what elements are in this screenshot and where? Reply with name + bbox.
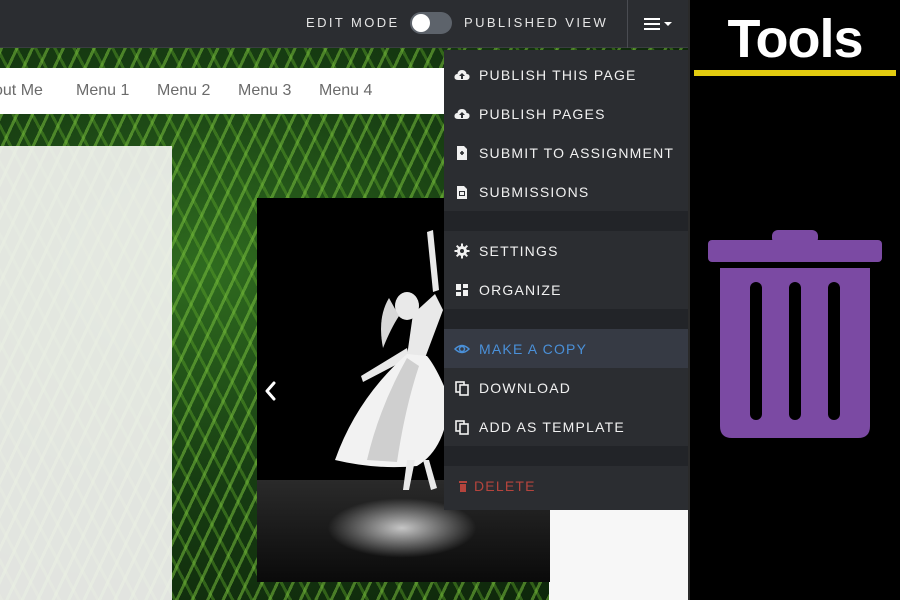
menu-separator bbox=[444, 309, 688, 329]
site-navbar: out Me Menu 1 Menu 2 Menu 3 Menu 4 bbox=[0, 68, 444, 114]
menu-item-label: SETTINGS bbox=[479, 243, 559, 259]
menu-item-organize[interactable]: ORGANIZE bbox=[444, 270, 688, 309]
menu-item-publish-pages[interactable]: PUBLISH PAGES bbox=[444, 94, 688, 133]
menu-item-settings[interactable]: SETTINGS bbox=[444, 231, 688, 270]
menu-item-publish-this-page[interactable]: PUBLISH THIS PAGE bbox=[444, 55, 688, 94]
main-menu-button[interactable] bbox=[638, 12, 678, 36]
editor-toolbar: EDIT MODE PUBLISHED VIEW bbox=[0, 0, 688, 48]
copy-icon bbox=[455, 420, 469, 435]
content-panel bbox=[0, 146, 172, 600]
menu-item-label: SUBMISSIONS bbox=[479, 184, 590, 200]
chevron-left-icon bbox=[265, 381, 276, 401]
tools-panel: Tools bbox=[690, 0, 900, 600]
trash-icon bbox=[459, 481, 467, 492]
menu-item-download[interactable]: DOWNLOAD bbox=[444, 368, 688, 407]
cloud-upload-icon bbox=[454, 109, 470, 119]
toggle-knob bbox=[412, 14, 430, 32]
eye-copy-icon bbox=[454, 344, 470, 354]
menu-item-label: PUBLISH PAGES bbox=[479, 106, 606, 122]
edit-mode-label: EDIT MODE bbox=[306, 15, 400, 30]
menu-item-label: DOWNLOAD bbox=[479, 380, 572, 396]
published-view-label: PUBLISHED VIEW bbox=[464, 15, 609, 30]
nav-item-menu-4[interactable]: Menu 4 bbox=[319, 82, 372, 100]
content-block bbox=[549, 510, 688, 600]
menu-item-label: SUBMIT TO ASSIGNMENT bbox=[479, 145, 675, 161]
gear-icon bbox=[454, 243, 470, 259]
nav-item-menu-1[interactable]: Menu 1 bbox=[76, 82, 129, 100]
nav-item-menu-3[interactable]: Menu 3 bbox=[238, 82, 291, 100]
main-dropdown-menu: PUBLISH THIS PAGE PUBLISH PAGES SUBMIT T… bbox=[444, 50, 688, 510]
menu-item-add-as-template[interactable]: ADD AS TEMPLATE bbox=[444, 407, 688, 446]
files-icon bbox=[457, 186, 467, 199]
toolbar-divider bbox=[627, 0, 628, 48]
menu-item-submissions[interactable]: SUBMISSIONS bbox=[444, 172, 688, 211]
file-submit-icon bbox=[457, 146, 467, 160]
tools-title: Tools bbox=[727, 9, 864, 69]
menu-separator bbox=[444, 446, 688, 466]
menu-item-label: PUBLISH THIS PAGE bbox=[479, 67, 637, 83]
menu-item-label: MAKE A COPY bbox=[479, 341, 588, 357]
copy-icon bbox=[455, 381, 469, 396]
menu-item-label: ADD AS TEMPLATE bbox=[479, 419, 625, 435]
nav-item-menu-2[interactable]: Menu 2 bbox=[157, 82, 210, 100]
menu-item-delete[interactable]: DELETE bbox=[444, 466, 688, 505]
menu-separator bbox=[444, 211, 688, 231]
menu-item-label: DELETE bbox=[474, 478, 536, 494]
page-editor: out Me Menu 1 Menu 2 Menu 3 Menu 4 bbox=[0, 0, 688, 600]
cloud-upload-icon bbox=[454, 70, 470, 80]
grid-icon bbox=[456, 284, 468, 296]
nav-item-about-me[interactable]: out Me bbox=[0, 82, 43, 100]
mode-toggle[interactable] bbox=[410, 12, 452, 34]
menu-item-label: ORGANIZE bbox=[479, 282, 562, 298]
tools-title-underline bbox=[694, 70, 896, 76]
hamburger-menu-icon bbox=[644, 18, 672, 30]
trash-icon bbox=[708, 230, 882, 438]
slideshow-prev-button[interactable] bbox=[262, 380, 280, 402]
menu-item-submit-to-assignment[interactable]: SUBMIT TO ASSIGNMENT bbox=[444, 133, 688, 172]
menu-item-make-a-copy[interactable]: MAKE A COPY bbox=[444, 329, 688, 368]
